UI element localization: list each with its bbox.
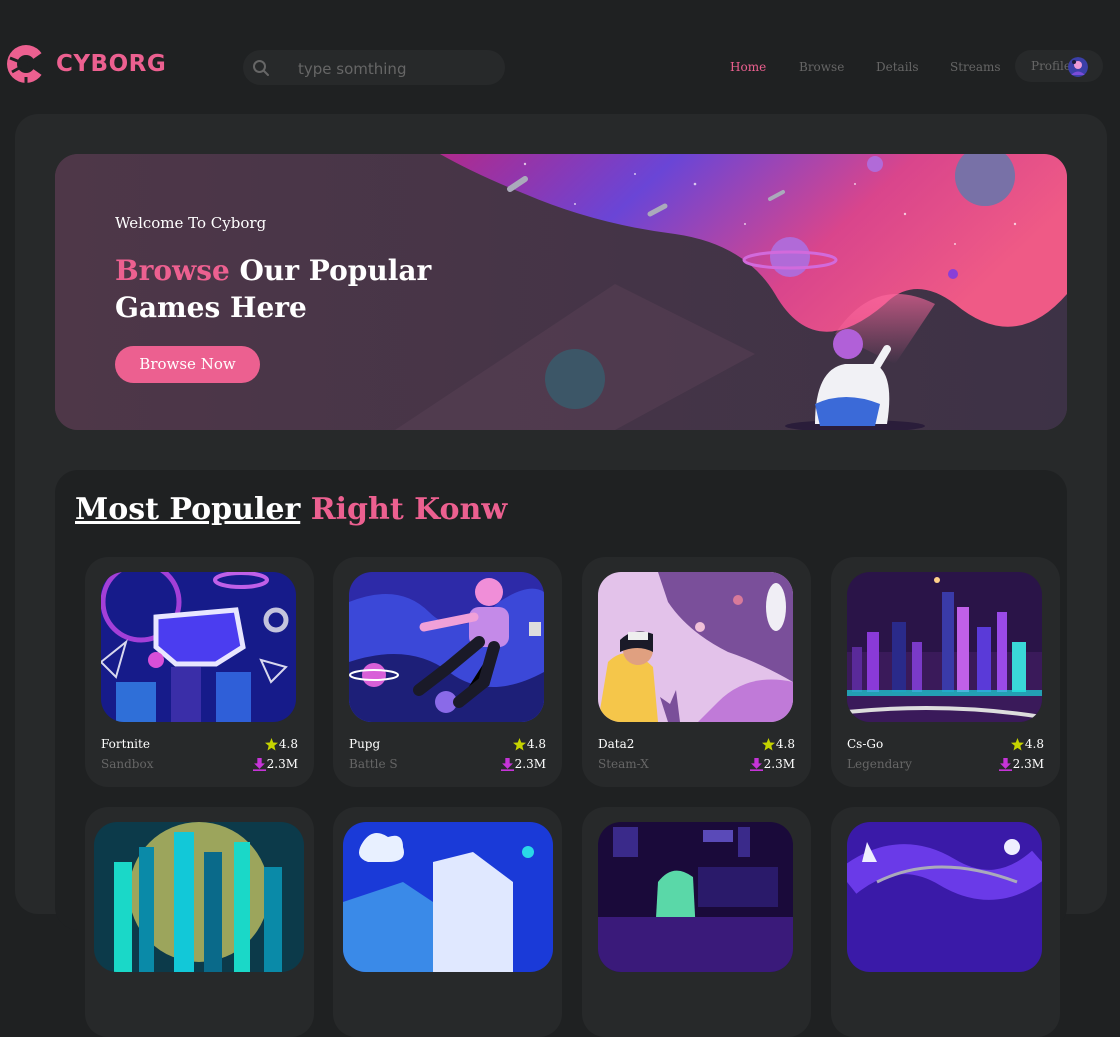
game-category: Battle S — [349, 757, 398, 771]
download-icon — [749, 757, 763, 771]
game-downloads-value: 2.3M — [266, 757, 298, 771]
banner-heading-accent: Browse — [115, 254, 230, 287]
game-downloads: 2.3M — [998, 757, 1044, 771]
top-header: CYBORG Home Browse Details Streams Profi… — [0, 0, 1120, 114]
download-icon — [500, 757, 514, 771]
game-card-row2-1[interactable] — [85, 807, 314, 1037]
banner-welcome-text: Welcome To Cyborg — [115, 214, 267, 232]
game-downloads-value: 2.3M — [763, 757, 795, 771]
search-input[interactable] — [296, 50, 500, 87]
game-thumbnail[interactable] — [598, 572, 793, 722]
game-category: Sandbox — [101, 757, 154, 771]
game-card-row2-2[interactable] — [333, 807, 562, 1037]
game-name: Pupg — [349, 737, 381, 751]
game-downloads: 2.3M — [500, 757, 546, 771]
brand-name: CYBORG — [56, 51, 167, 77]
profile-button[interactable]: Profile — [1015, 50, 1103, 82]
most-popular-section: Most Populer Right Konw Fortnite Sandbox — [55, 470, 1067, 1037]
star-icon — [264, 737, 278, 750]
game-card-fortnite[interactable]: Fortnite Sandbox 4.8 2.3M — [85, 557, 314, 787]
game-card-pupg[interactable]: Pupg Battle S 4.8 2.3M — [333, 557, 562, 787]
avatar — [1068, 57, 1088, 77]
game-card-csgo[interactable]: Cs-Go Legendary 4.8 2.3M — [831, 557, 1060, 787]
star-icon — [761, 737, 775, 750]
game-rating: 4.8 — [1010, 737, 1044, 751]
section-title-underlined: Most Populer — [75, 492, 301, 527]
game-thumbnail[interactable] — [101, 572, 296, 722]
game-category: Legendary — [847, 757, 912, 771]
game-rating-value: 4.8 — [278, 737, 298, 751]
download-icon — [998, 757, 1012, 771]
game-thumbnail[interactable] — [349, 572, 544, 722]
nav-details[interactable]: Details — [876, 60, 919, 74]
cyborg-logo-icon — [7, 45, 46, 83]
browse-now-button[interactable]: Browse Now — [115, 346, 260, 383]
nav-home[interactable]: Home — [730, 60, 766, 74]
game-name: Data2 — [598, 737, 635, 751]
section-title-accent: Right Konw — [310, 492, 508, 527]
search-bar — [243, 50, 505, 87]
star-icon — [512, 737, 526, 750]
game-rating-value: 4.8 — [1024, 737, 1044, 751]
game-thumbnail[interactable] — [598, 822, 793, 972]
game-card-row2-3[interactable] — [582, 807, 811, 1037]
game-rating-value: 4.8 — [526, 737, 546, 751]
brand-logo[interactable]: CYBORG — [6, 44, 166, 84]
profile-label: Profile — [1031, 59, 1071, 73]
game-downloads-value: 2.3M — [514, 757, 546, 771]
game-thumbnail[interactable] — [847, 572, 1042, 722]
game-thumbnail[interactable] — [94, 822, 304, 972]
game-downloads-value: 2.3M — [1012, 757, 1044, 771]
game-rating: 4.8 — [512, 737, 546, 751]
game-rating-value: 4.8 — [775, 737, 795, 751]
nav-streams[interactable]: Streams — [950, 60, 1001, 74]
banner-heading: Browse Our Popular Games Here — [115, 252, 495, 326]
nav-browse[interactable]: Browse — [799, 60, 844, 74]
section-title: Most Populer Right Konw — [75, 492, 507, 527]
game-rating: 4.8 — [264, 737, 298, 751]
game-category: Steam-X — [598, 757, 649, 771]
game-rating: 4.8 — [761, 737, 795, 751]
download-icon — [252, 757, 266, 771]
game-card-row2-4[interactable] — [831, 807, 1060, 1037]
game-thumbnail[interactable] — [847, 822, 1042, 972]
game-name: Fortnite — [101, 737, 150, 751]
game-card-data2[interactable]: Data2 Steam-X 4.8 2.3M — [582, 557, 811, 787]
game-name: Cs-Go — [847, 737, 884, 751]
star-icon — [1010, 737, 1024, 750]
game-downloads: 2.3M — [252, 757, 298, 771]
game-thumbnail[interactable] — [343, 822, 553, 972]
search-icon[interactable] — [252, 59, 270, 77]
game-downloads: 2.3M — [749, 757, 795, 771]
hero-banner: Welcome To Cyborg Browse Our Popular Gam… — [55, 154, 1067, 430]
